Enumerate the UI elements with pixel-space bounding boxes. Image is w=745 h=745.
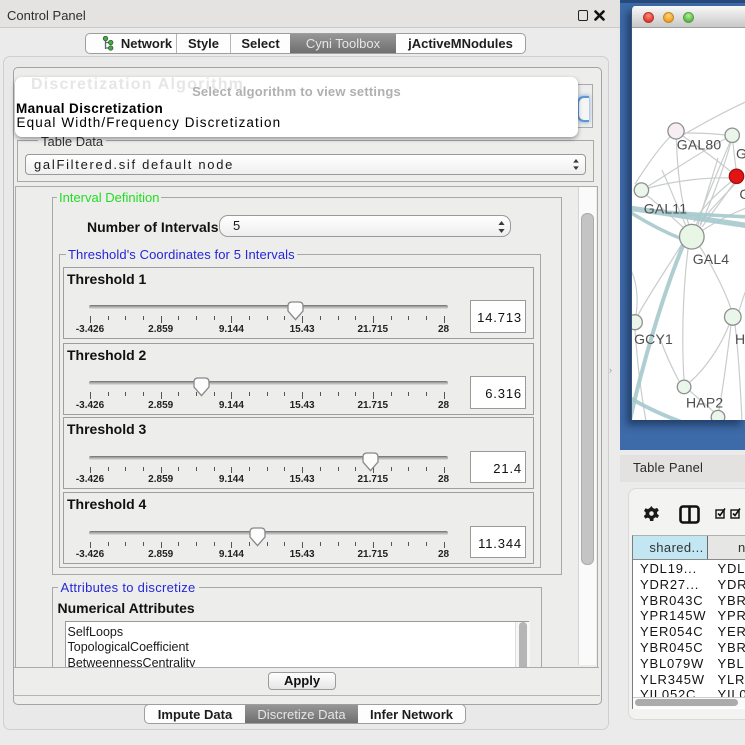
svg-text:GAL11: GAL11 [644, 201, 688, 217]
svg-text:GAL4: GAL4 [693, 251, 730, 267]
svg-text:GA: GA [736, 146, 745, 162]
svg-text:GCY1: GCY1 [634, 331, 673, 347]
svg-text:GAL80: GAL80 [677, 137, 722, 153]
svg-text:H: H [735, 331, 745, 347]
svg-text:CO: CO [739, 186, 745, 202]
svg-text:HAP2: HAP2 [686, 395, 723, 411]
